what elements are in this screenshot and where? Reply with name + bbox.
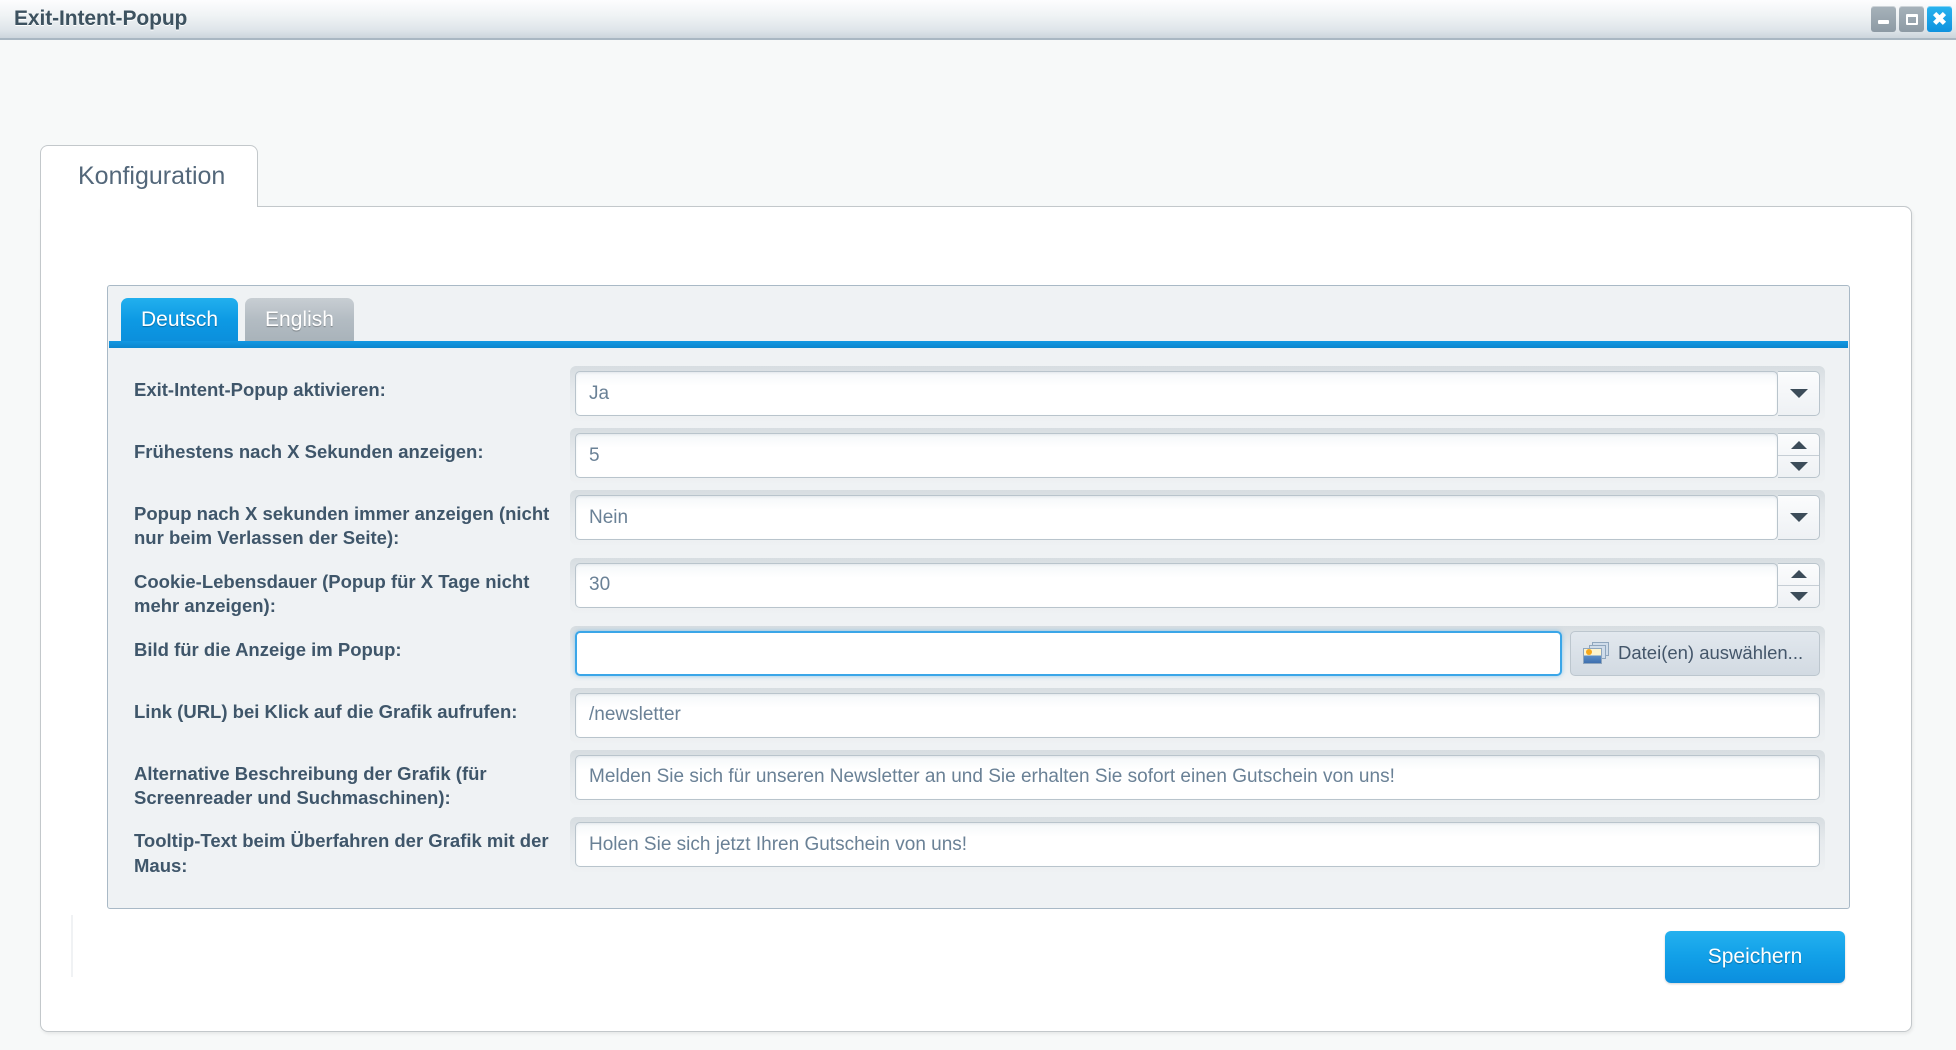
field-wrap-popup-image: Datei(en) auswählen... (570, 625, 1825, 681)
label-activate: Exit-Intent-Popup aktivieren: (134, 379, 386, 400)
field-wrap-tooltip-text: Holen Sie sich jetzt Ihren Gutschein von… (570, 817, 1825, 873)
form-row-delay-seconds: Frühestens nach X Sekunden anzeigen: 5 (132, 428, 1825, 483)
image-stack-icon (1583, 642, 1609, 665)
form-row-always-show: Popup nach X sekunden immer anzeigen (ni… (132, 490, 1825, 551)
form-row-popup-image: Bild für die Anzeige im Popup: Datei(en)… (132, 625, 1825, 681)
footer-divider (71, 915, 73, 977)
maximize-icon (1905, 13, 1918, 25)
close-icon: ✖ (1931, 9, 1948, 29)
form-row-cookie-lifetime: Cookie-Lebensdauer (Popup für X Tage nic… (132, 557, 1825, 619)
choose-files-button-label: Datei(en) auswählen... (1618, 642, 1804, 664)
tab-deutsch[interactable]: Deutsch (121, 298, 239, 341)
language-tab-bar: Deutsch English (108, 286, 1849, 341)
choose-files-button[interactable]: Datei(en) auswählen... (1570, 630, 1820, 676)
select-activate-dropdown-button[interactable] (1778, 371, 1820, 416)
content-card: Deutsch English Exit-Intent-Popup aktivi… (40, 206, 1912, 1032)
input-tooltip-text[interactable]: Holen Sie sich jetzt Ihren Gutschein von… (575, 822, 1820, 868)
page-body: Konfiguration Deutsch English Exit-Inten… (0, 40, 1956, 1050)
chevron-down-icon (1789, 389, 1808, 398)
spinner-delay-seconds-up[interactable] (1778, 434, 1819, 456)
label-popup-image: Bild für die Anzeige im Popup: (134, 638, 402, 660)
select-always-show-dropdown-button[interactable] (1778, 495, 1820, 540)
chevron-down-icon (1789, 591, 1808, 601)
minimize-button[interactable] (1871, 6, 1896, 32)
tab-english-label: English (265, 307, 334, 331)
window-titlebar: Exit-Intent-Popup ✖ (0, 0, 1956, 40)
input-alt-text[interactable]: Melden Sie sich für unseren Newsletter a… (575, 754, 1820, 800)
field-wrap-alt-text: Melden Sie sich für unseren Newsletter a… (570, 749, 1825, 805)
field-wrap-link-url: /newsletter (570, 687, 1825, 743)
input-popup-image[interactable] (575, 630, 1562, 676)
select-activate[interactable]: Ja (575, 371, 1778, 416)
input-delay-seconds[interactable]: 5 (575, 433, 1778, 478)
form-row-activate: Exit-Intent-Popup aktivieren: Ja (132, 366, 1825, 421)
spinner-delay-seconds (1778, 433, 1820, 478)
tab-konfiguration[interactable]: Konfiguration (40, 145, 258, 207)
field-wrap-always-show: Nein (570, 490, 1825, 545)
field-wrap-activate: Ja (570, 366, 1825, 421)
save-button-label: Speichern (1707, 945, 1803, 968)
close-button[interactable]: ✖ (1927, 6, 1952, 32)
save-button[interactable]: Speichern (1665, 931, 1845, 983)
tab-deutsch-label: Deutsch (141, 307, 219, 331)
window-controls: ✖ (1871, 6, 1952, 32)
label-tooltip-text: Tooltip-Text beim Überfahren der Grafik … (134, 830, 549, 876)
label-alt-text: Alternative Beschreibung der Grafik (für… (134, 762, 487, 809)
form-row-link-url: Link (URL) bei Klick auf die Grafik aufr… (132, 687, 1825, 743)
form-row-alt-text: Alternative Beschreibung der Grafik (für… (132, 749, 1825, 811)
label-delay-seconds: Frühestens nach X Sekunden anzeigen: (134, 441, 484, 462)
tab-konfiguration-label: Konfiguration (78, 162, 226, 190)
chevron-down-icon (1789, 513, 1808, 522)
field-wrap-cookie-lifetime: 30 (570, 557, 1825, 613)
input-link-url[interactable]: /newsletter (575, 692, 1820, 738)
spinner-delay-seconds-down[interactable] (1778, 456, 1819, 477)
spinner-cookie-lifetime-up[interactable] (1778, 564, 1819, 586)
label-link-url: Link (URL) bei Klick auf die Grafik aufr… (134, 700, 518, 722)
settings-panel: Deutsch English Exit-Intent-Popup aktivi… (107, 285, 1850, 909)
select-always-show[interactable]: Nein (575, 495, 1778, 540)
field-wrap-delay-seconds: 5 (570, 428, 1825, 483)
input-cookie-lifetime[interactable]: 30 (575, 562, 1778, 608)
label-always-show: Popup nach X sekunden immer anzeigen (ni… (134, 503, 550, 549)
form-body: Exit-Intent-Popup aktivieren: Ja Frühest… (108, 348, 1849, 895)
minimize-icon (1878, 20, 1889, 24)
chevron-down-icon (1789, 462, 1808, 471)
form-row-tooltip-text: Tooltip-Text beim Überfahren der Grafik … (132, 817, 1825, 878)
spinner-cookie-lifetime-down[interactable] (1778, 586, 1819, 607)
chevron-up-icon (1790, 440, 1807, 449)
label-cookie-lifetime: Cookie-Lebensdauer (Popup für X Tage nic… (134, 570, 530, 617)
spinner-cookie-lifetime (1778, 562, 1820, 608)
card-footer: Speichern (41, 911, 1911, 1031)
language-tab-underline (109, 341, 1848, 348)
window-title: Exit-Intent-Popup (14, 7, 188, 30)
chevron-up-icon (1790, 570, 1807, 579)
maximize-button[interactable] (1899, 6, 1924, 32)
tab-english[interactable]: English (245, 298, 354, 341)
